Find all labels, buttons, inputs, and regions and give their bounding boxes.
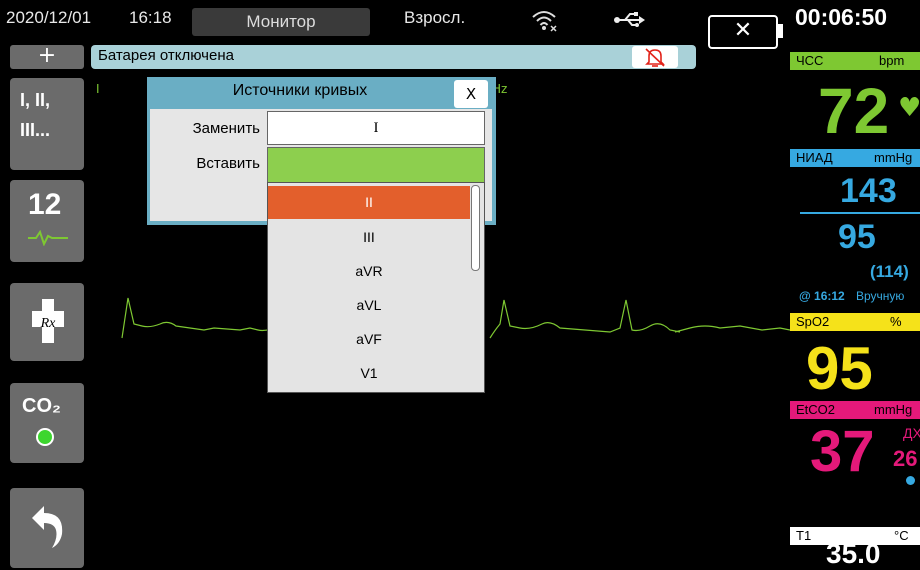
option-avf[interactable]: aVF xyxy=(268,323,470,356)
battery-tip xyxy=(778,24,783,38)
add-button[interactable]: + xyxy=(10,45,84,69)
hr-unit: bpm xyxy=(879,53,905,68)
insert-field[interactable] xyxy=(267,147,485,183)
spo2-value: 95 xyxy=(806,335,873,402)
spo2-unit: % xyxy=(890,314,902,329)
co2-button[interactable]: CO₂ xyxy=(10,383,84,463)
elapsed-time: 00:06:50 xyxy=(795,4,888,30)
rr-label: ДХ xyxy=(903,425,920,441)
alarm-message: Батарея отключена xyxy=(98,47,234,64)
dialog-title: Источники кривых xyxy=(232,82,368,99)
nibp-systolic: 143 xyxy=(840,172,897,210)
nibp-diastolic: 95 xyxy=(838,218,876,256)
nibp-mean: (114) xyxy=(870,262,909,281)
alarm-silence-button[interactable] xyxy=(632,46,678,68)
nibp-divider xyxy=(800,212,920,214)
co2-status-led xyxy=(36,428,54,446)
etco2-unit: mmHg xyxy=(874,402,913,417)
option-avr[interactable]: aVR xyxy=(268,255,470,288)
insert-label: Вставить xyxy=(196,155,260,172)
etco2-value: 37 xyxy=(810,419,875,484)
svg-text:Rx: Rx xyxy=(40,316,57,331)
twelve-lead-label: 12 xyxy=(28,188,62,221)
wifi-icon xyxy=(530,6,558,38)
lead-select-button[interactable]: I, II, III... xyxy=(10,78,84,170)
lead-select-line1: I, II, xyxy=(20,90,51,110)
time-display: 16:18 xyxy=(129,8,172,27)
rx-button[interactable]: Rx xyxy=(10,283,84,361)
alarm-off-icon xyxy=(645,48,665,67)
insert-dropdown-list[interactable]: II III aVR aVL aVF V1 xyxy=(267,182,485,393)
hr-header[interactable]: ЧСС bpm xyxy=(790,52,920,70)
spo2-header[interactable]: SpO2 % xyxy=(790,313,920,331)
option-ii[interactable]: II xyxy=(268,186,470,219)
nibp-unit: mmHg xyxy=(874,150,913,165)
nibp-header[interactable]: НИАД mmHg xyxy=(790,149,920,167)
nibp-label: НИАД xyxy=(796,150,833,165)
heart-icon: ♥ xyxy=(898,93,920,123)
t1-value: 35.0 xyxy=(826,538,881,569)
etco2-header[interactable]: EtCO2 mmHg xyxy=(790,401,920,419)
date-display: 2020/12/01 xyxy=(6,8,92,27)
lead-select-line2: III... xyxy=(20,120,51,140)
dropdown-scrollbar[interactable] xyxy=(471,185,480,271)
option-v1[interactable]: V1 xyxy=(268,357,470,390)
option-iii[interactable]: III xyxy=(268,221,470,254)
spo2-label: SpO2 xyxy=(796,314,830,329)
dialog-close-button[interactable]: X xyxy=(454,80,488,108)
nibp-time: @ 16:12 xyxy=(799,289,845,303)
back-arrow-icon xyxy=(32,506,63,548)
patient-type[interactable]: Взросл. xyxy=(404,8,465,28)
replace-field[interactable]: I xyxy=(267,111,485,145)
co2-label: CO₂ xyxy=(22,395,61,417)
nibp-mode: Вручную xyxy=(856,289,905,303)
ecg-wave-icon xyxy=(28,230,68,246)
etco2-label: EtCO2 xyxy=(796,402,836,417)
mode-tab-monitor[interactable]: Монитор xyxy=(192,8,370,36)
rr-indicator-dot xyxy=(906,476,915,485)
twelve-lead-button[interactable]: 12 xyxy=(10,180,84,262)
rx-medical-icon: Rx xyxy=(32,299,64,343)
usb-icon xyxy=(613,10,647,34)
battery-missing-icon: ✕ xyxy=(733,18,753,43)
hr-value: 72 xyxy=(818,75,890,147)
option-avl[interactable]: aVL xyxy=(268,289,470,322)
back-button[interactable] xyxy=(10,488,84,568)
t1-unit: °C xyxy=(894,528,909,543)
replace-label: Заменить xyxy=(192,120,260,137)
t1-label: T1 xyxy=(796,528,812,543)
rr-value: 26 xyxy=(893,446,918,471)
lead-label: I xyxy=(96,82,100,96)
hr-label: ЧСС xyxy=(796,53,824,68)
